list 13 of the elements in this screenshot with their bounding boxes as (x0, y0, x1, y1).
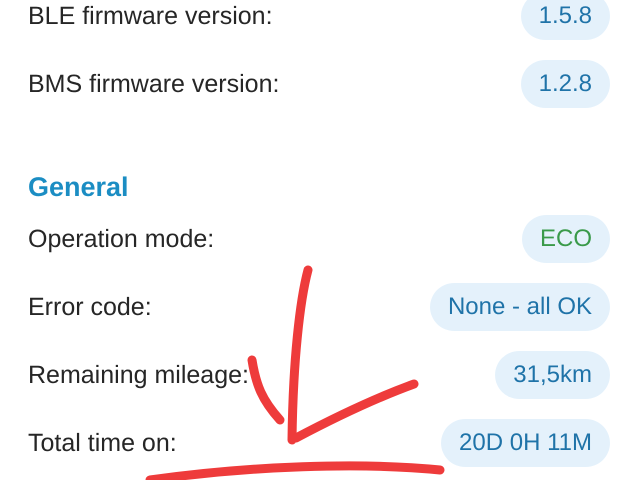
row-label: Remaining mileage: (28, 360, 249, 390)
row-label: Total time on: (28, 428, 177, 458)
row-label: BLE firmware version: (28, 2, 273, 30)
value-chip: ECO (522, 215, 610, 263)
row-label: Error code: (28, 292, 152, 322)
value-chip: 1.5.8 (520, 0, 610, 40)
row-label: Operation mode: (28, 224, 214, 254)
value-chip: None - all OK (430, 283, 610, 331)
value-chip: 20D 0H 11M (441, 419, 610, 467)
value-chip: 1.2.8 (520, 60, 610, 108)
section-title: General (28, 171, 130, 204)
value-chip: 31,5km (495, 351, 610, 399)
row-label: BMS firmware version: (28, 70, 280, 98)
